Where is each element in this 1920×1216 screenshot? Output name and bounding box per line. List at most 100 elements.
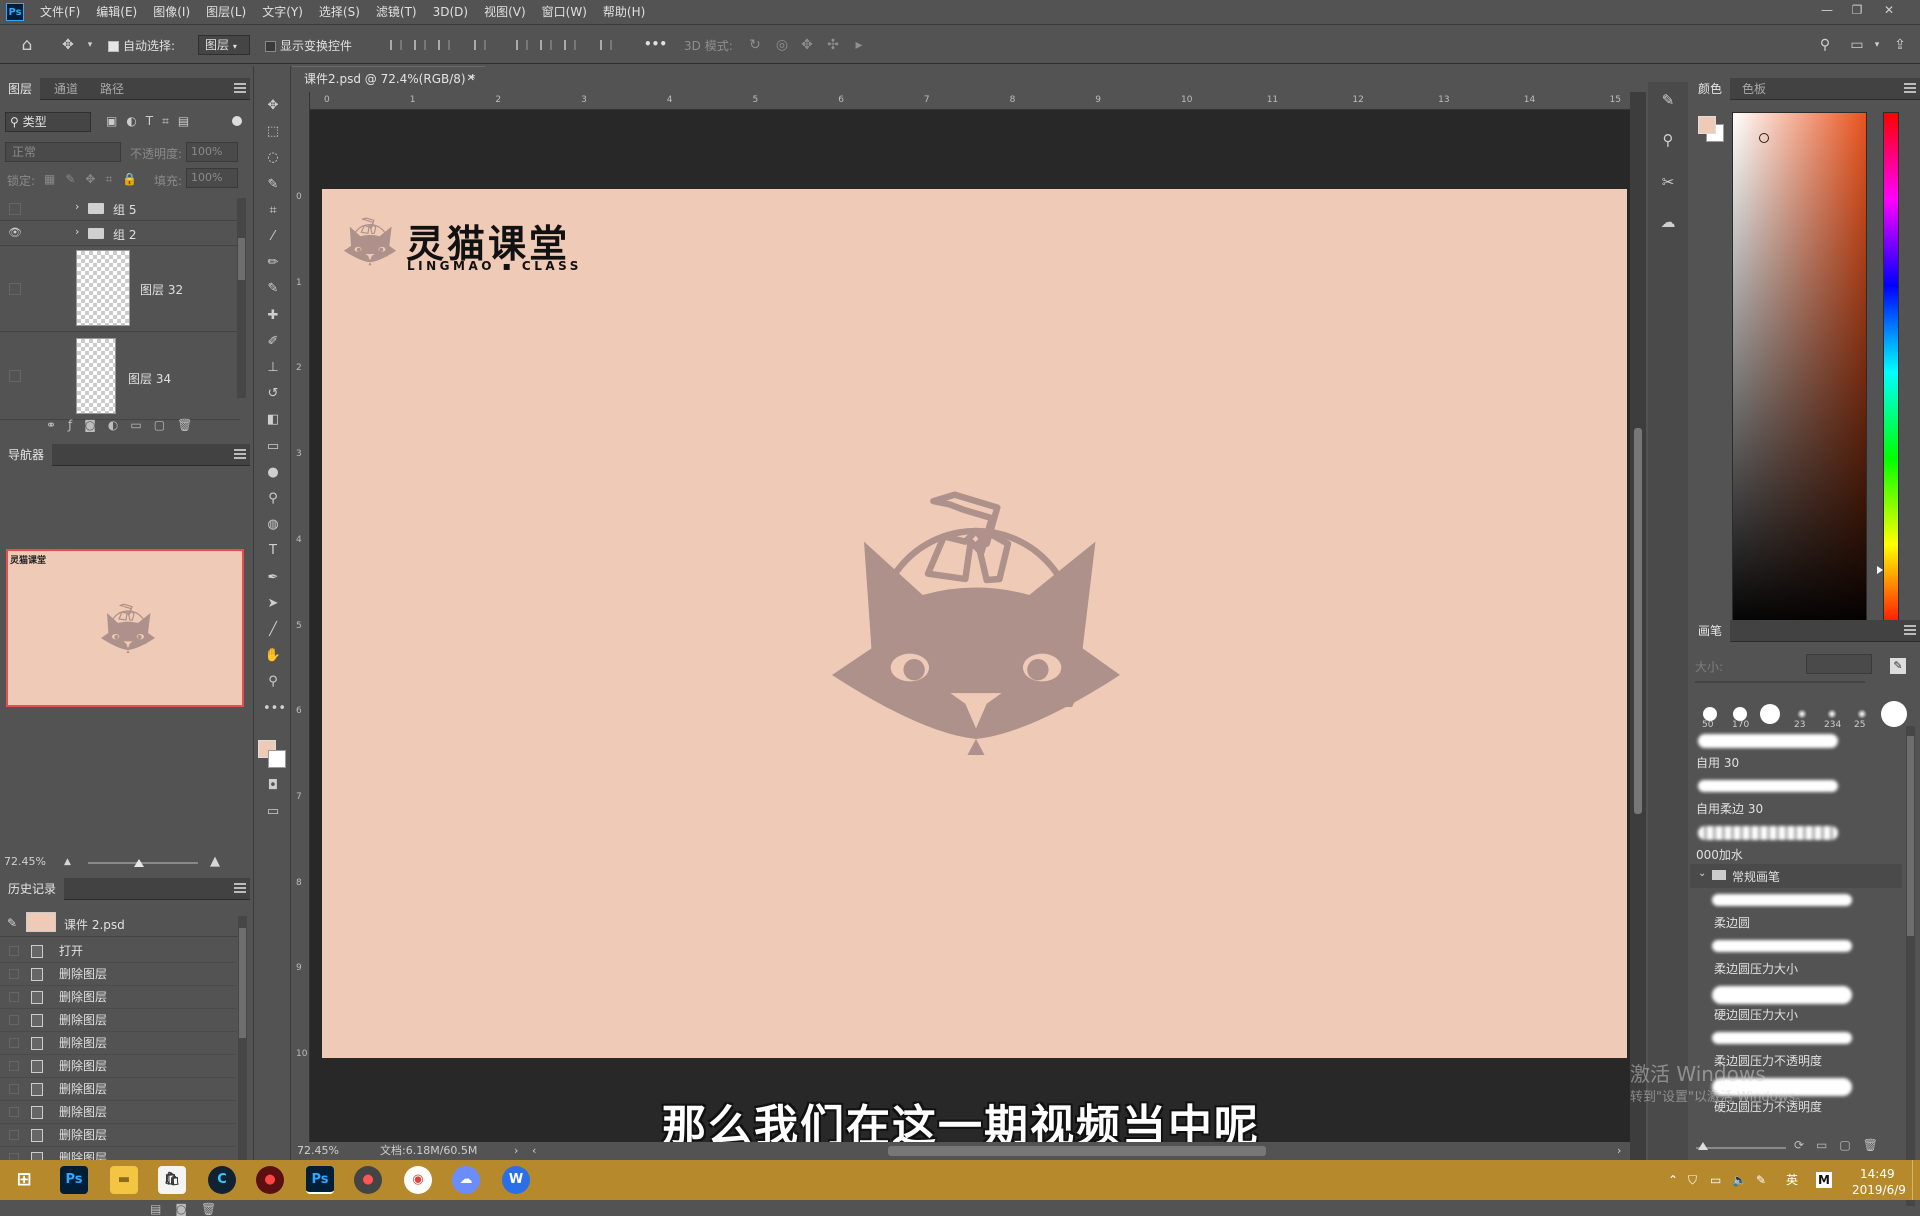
scroll-left-icon[interactable]: ‹ bbox=[532, 1142, 536, 1160]
history-item[interactable]: 删除图层 bbox=[0, 1055, 236, 1078]
chevron-right-icon[interactable]: › bbox=[75, 225, 79, 238]
brush-preset[interactable] bbox=[1733, 707, 1747, 721]
brush-preset[interactable] bbox=[1881, 701, 1907, 727]
layer-filter-icons[interactable]: ▣◐T⌗▤ bbox=[106, 114, 198, 129]
tray-volume-icon[interactable]: 🔈 bbox=[1732, 1160, 1747, 1200]
history-item[interactable]: 删除图层 bbox=[0, 1032, 236, 1055]
tab-brushes[interactable]: 画笔 bbox=[1690, 620, 1731, 642]
tab-navigator[interactable]: 导航器 bbox=[0, 444, 53, 466]
history-item[interactable]: 删除图层 bbox=[0, 986, 236, 1009]
cc-libraries-icon[interactable]: ☁ bbox=[1656, 210, 1680, 234]
wps-icon[interactable]: W bbox=[502, 1166, 530, 1194]
more-tools-icon[interactable]: ••• bbox=[263, 699, 286, 719]
tab-history[interactable]: 历史记录 bbox=[0, 878, 65, 900]
chevron-right-icon[interactable]: › bbox=[75, 200, 79, 213]
history-panel-menu-icon[interactable] bbox=[234, 883, 246, 893]
history-item[interactable]: 删除图层 bbox=[0, 963, 236, 986]
history-scrollbar[interactable] bbox=[238, 916, 247, 1196]
layer-row[interactable]: 图层 32 bbox=[0, 246, 240, 332]
home-icon[interactable]: ⌂ bbox=[17, 35, 37, 55]
3d-rotate-icon[interactable]: ↻ bbox=[745, 35, 765, 55]
menu-item[interactable]: 窗口(W) bbox=[534, 0, 595, 24]
document-canvas[interactable]: 灵猫课堂 LINGMAO ▪ CLASS bbox=[322, 189, 1627, 1058]
brush-list-scrollbar[interactable] bbox=[1906, 726, 1915, 1206]
history-checkbox[interactable] bbox=[9, 1038, 19, 1048]
brush-name[interactable]: 自用柔边 30 bbox=[1696, 800, 1763, 817]
photoshop-active-icon[interactable]: Ps bbox=[306, 1166, 334, 1194]
app-record-icon[interactable]: ● bbox=[256, 1166, 284, 1194]
3d-camera-icon[interactable]: ▸ bbox=[849, 35, 869, 55]
obs-icon[interactable]: ● bbox=[354, 1166, 382, 1194]
chevron-down-icon[interactable]: ⌄ bbox=[1698, 868, 1706, 879]
tray-chevron-icon[interactable]: ⌃ bbox=[1668, 1160, 1678, 1200]
tab-paths[interactable]: 路径 bbox=[92, 78, 132, 100]
path-select-tool-icon[interactable]: ➤ bbox=[263, 594, 283, 614]
3d-drag-icon[interactable]: ✥ bbox=[797, 35, 817, 55]
zoom-tool-icon[interactable]: ⚲ bbox=[263, 672, 283, 692]
align-bottom-icon[interactable] bbox=[564, 40, 576, 50]
slider-handle[interactable] bbox=[134, 859, 144, 867]
history-item[interactable]: 删除图层 bbox=[0, 1009, 236, 1032]
navigator-zoom[interactable]: 72.45% bbox=[4, 855, 46, 868]
align-middle-icon[interactable] bbox=[540, 40, 552, 50]
color-foreground-swatch[interactable] bbox=[1698, 116, 1716, 134]
brush-name[interactable]: 硬边圆压力大小 bbox=[1714, 1006, 1798, 1023]
brush-tool-icon[interactable]: ✏ bbox=[263, 253, 283, 273]
more-options-icon[interactable]: ••• bbox=[644, 37, 667, 51]
ime-mode-indicator[interactable]: M bbox=[1816, 1172, 1832, 1188]
history-item[interactable]: 打开 bbox=[0, 940, 236, 963]
clone-stamp-tool-icon[interactable]: ⊥ bbox=[263, 358, 283, 378]
healing-tool-icon[interactable]: ✚ bbox=[263, 306, 283, 326]
restore-icon[interactable]: ❐ bbox=[1843, 0, 1871, 20]
history-item[interactable]: 删除图层 bbox=[0, 1078, 236, 1101]
history-checkbox[interactable] bbox=[9, 969, 19, 979]
tab-swatches[interactable]: 色板 bbox=[1734, 78, 1774, 100]
search-icon[interactable]: ⚲ bbox=[1815, 35, 1835, 55]
align-center-icon[interactable] bbox=[414, 40, 426, 50]
tab-channels[interactable]: 通道 bbox=[46, 78, 86, 100]
chrome-icon[interactable]: ◉ bbox=[404, 1166, 432, 1194]
layer-row[interactable]: 图层 34 bbox=[0, 332, 240, 420]
history-checkbox[interactable] bbox=[9, 1107, 19, 1117]
marquee-tool-icon[interactable]: ⬚ bbox=[263, 122, 283, 142]
cloud-app-icon[interactable]: ☁ bbox=[452, 1166, 480, 1194]
brush-panel-menu-icon[interactable] bbox=[1904, 625, 1916, 635]
fill-input[interactable]: 100% bbox=[186, 168, 238, 188]
layer-row[interactable]: › 组 5 bbox=[0, 196, 240, 221]
zoom-out-icon[interactable]: ▲ bbox=[64, 857, 71, 867]
layer-filter-dropdown[interactable]: ⚲ 类型 bbox=[5, 112, 91, 132]
align-right-icon[interactable] bbox=[438, 40, 450, 50]
layer-row[interactable]: 👁 › 组 2 bbox=[0, 221, 240, 246]
navigator-panel-menu-icon[interactable] bbox=[234, 449, 246, 459]
store-icon[interactable]: 🛍 bbox=[158, 1166, 186, 1194]
tab-layers[interactable]: 图层 bbox=[0, 78, 41, 100]
history-brush-icon[interactable]: ✎ bbox=[7, 916, 17, 930]
status-arrow-icon[interactable]: › bbox=[514, 1142, 518, 1160]
tray-shield-icon[interactable]: ⛉ bbox=[1688, 1160, 1697, 1200]
sponge-tool-icon[interactable]: ◍ bbox=[263, 515, 283, 535]
horizontal-scrollbar-thumb[interactable] bbox=[888, 1146, 1266, 1156]
auto-select-dropdown[interactable]: 图层 ▾ bbox=[198, 35, 250, 55]
filter-toggle-icon[interactable] bbox=[232, 116, 242, 126]
windows-start-icon[interactable]: ⊞ bbox=[10, 1166, 38, 1194]
ime-indicator[interactable]: 英 bbox=[1786, 1160, 1798, 1200]
3d-roll-icon[interactable]: ◎ bbox=[772, 35, 792, 55]
brush-bottom-icons[interactable]: ⟳▭▢🗑 bbox=[1794, 1138, 1890, 1152]
brush-name[interactable]: 柔边圆 bbox=[1714, 914, 1750, 931]
history-item[interactable]: 删除图层 bbox=[0, 1124, 236, 1147]
menu-item[interactable]: 滤镜(T) bbox=[368, 0, 425, 24]
tray-network-icon[interactable]: ▭ bbox=[1710, 1160, 1721, 1200]
brush-name[interactable]: 自用 30 bbox=[1696, 754, 1739, 771]
opacity-input[interactable]: 100% bbox=[186, 142, 238, 162]
scroll-right-icon[interactable]: › bbox=[1617, 1142, 1621, 1160]
brush-preset[interactable] bbox=[1703, 707, 1717, 721]
background-color-swatch[interactable] bbox=[268, 750, 286, 768]
lasso-tool-icon[interactable]: ◌ bbox=[263, 148, 283, 168]
app-c-icon[interactable]: C bbox=[208, 1166, 236, 1194]
history-checkbox[interactable] bbox=[9, 992, 19, 1002]
history-checkbox[interactable] bbox=[9, 1130, 19, 1140]
history-checkbox[interactable] bbox=[9, 946, 19, 956]
color-picker-field[interactable] bbox=[1732, 112, 1867, 632]
move-tool-icon[interactable]: ✥ bbox=[263, 96, 283, 116]
photoshop-logo-icon[interactable]: Ps bbox=[6, 3, 24, 21]
